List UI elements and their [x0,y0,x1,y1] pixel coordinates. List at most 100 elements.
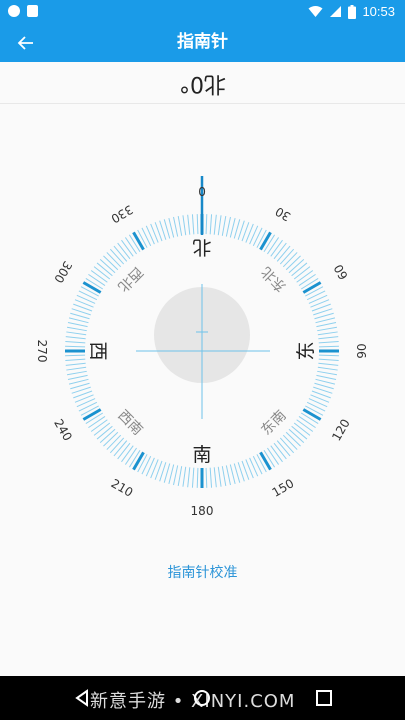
intercardinal-southeast: 东南 [258,407,289,438]
minor-tick [252,227,263,247]
minor-tick [78,401,98,412]
minor-tick [308,294,328,304]
minor-tick [145,225,155,245]
minor-tick [279,248,295,265]
minor-tick [67,374,88,380]
degree-label-120: 120 [329,417,353,444]
minor-tick [103,255,119,271]
minor-tick [163,463,171,483]
minor-tick [233,219,241,239]
degree-label-210: 210 [109,476,136,500]
minor-tick [168,217,175,238]
minor-tick [66,331,87,336]
minor-tick [196,214,199,235]
minor-tick [288,258,305,274]
calibrate-button[interactable]: 指南针校准 [0,562,405,586]
minor-tick [99,428,116,444]
minor-tick [145,457,155,477]
minor-tick [318,362,339,366]
minor-tick [306,401,326,412]
minor-tick [182,466,187,487]
major-tick [132,451,145,471]
recents-nav-icon[interactable] [314,688,334,708]
minor-tick [291,262,308,277]
intercardinal-northwest: 西北 [114,263,145,294]
minor-tick [221,466,227,487]
minor-tick [314,382,334,390]
minor-tick [276,440,291,457]
minor-tick [306,290,326,301]
degree-label-30: 30 [273,204,293,224]
minor-tick [267,447,280,465]
major-tick [82,408,102,421]
minor-tick [293,266,311,280]
minor-tick [315,317,336,324]
minor-tick [76,294,96,304]
app-bar: 指南针 [0,24,405,62]
page-title: 指南针 [177,32,228,52]
minor-tick [103,431,119,447]
minor-tick [65,362,86,366]
battery-icon [348,4,357,19]
minor-tick [124,447,137,465]
minor-tick [282,434,298,450]
back-nav-icon[interactable] [72,688,92,708]
major-tick [132,231,145,251]
minor-tick [109,248,125,265]
minor-tick [68,378,89,385]
minor-tick [76,398,96,408]
home-nav-icon[interactable] [192,688,212,708]
minor-tick [252,455,263,475]
minor-tick [93,266,111,280]
wifi-icon [308,6,323,17]
minor-tick [317,370,338,376]
minor-tick [141,455,152,475]
major-tick [259,451,272,471]
minor-tick [177,215,183,236]
minor-tick [270,239,283,257]
major-tick [302,281,322,294]
minor-tick [168,464,175,485]
minor-tick [191,214,195,235]
minor-tick [316,322,337,328]
degree-label-270: 270 [35,340,49,363]
minor-tick [187,214,191,235]
cardinal-north: 北 [192,236,211,258]
minor-tick [109,437,125,454]
minor-tick [229,217,236,238]
minor-tick [209,214,213,235]
minor-tick [124,237,137,255]
minor-tick [314,312,334,320]
minor-tick [141,227,152,247]
minor-tick [96,262,113,277]
minor-tick [177,466,183,487]
minor-tick [68,317,89,324]
minor-tick [308,398,328,408]
minor-tick [291,425,308,440]
minor-tick [213,467,217,488]
minor-tick [90,419,108,432]
minor-tick [70,312,90,320]
minor-tick [191,467,195,488]
minor-tick [273,442,287,460]
degree-label-300: 300 [51,259,75,286]
intercardinal-southwest: 西南 [114,407,145,438]
minor-tick [317,326,338,332]
minor-tick [205,214,208,235]
minor-tick [121,239,134,257]
minor-tick [318,336,339,340]
minor-tick [233,463,241,483]
notification-icon [8,5,20,17]
minor-tick [318,354,339,357]
minor-tick [225,465,231,486]
minor-tick [78,290,98,301]
minor-tick [117,242,131,260]
minor-tick [88,273,106,286]
minor-tick [317,331,338,336]
signal-icon [330,6,342,17]
minor-tick [213,214,217,235]
minor-tick [318,345,339,348]
degree-label-60: 60 [331,262,351,282]
nav-bar: 新意手游 • XINYI.COM [0,676,405,720]
minor-tick [288,428,305,444]
